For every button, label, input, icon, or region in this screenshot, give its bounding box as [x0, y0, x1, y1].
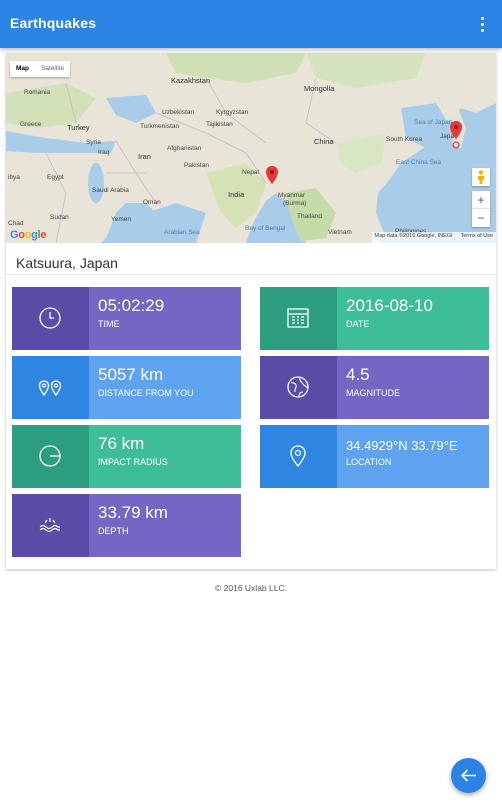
- map-label-china: China: [314, 137, 334, 146]
- tile-distance: 5057 km DISTANCE FROM YOU: [12, 356, 241, 419]
- location-value: 34.4929°N 33.79°E: [346, 438, 458, 453]
- tile-location: 34.4929°N 33.79°E LOCATION: [260, 425, 489, 488]
- map-label-kyrgyzstan: Kyrgyzstan: [216, 109, 249, 116]
- waves-icon: [12, 494, 89, 557]
- magnitude-label: MAGNITUDE: [346, 388, 400, 398]
- map-label-tajikistan: Tajikistan: [206, 121, 233, 128]
- arrow-back-icon: [460, 769, 476, 782]
- map-view[interactable]: Romania Kazakhstan Mongolia Greece Turke…: [6, 53, 496, 243]
- map-label-syria: Syria: [86, 139, 101, 146]
- calendar-icon: [260, 287, 337, 350]
- map-land: [6, 53, 496, 243]
- map-label-japan: Japa: [440, 133, 455, 140]
- map-attribution: Map data ©2016 Google, INEGI Terms of Us…: [371, 232, 496, 243]
- map-label-romania: Romania: [24, 89, 51, 96]
- pin-icon: [260, 425, 337, 488]
- map-type-satellite[interactable]: Satellite: [35, 61, 70, 77]
- map-label-pakistan: Pakistan: [184, 162, 209, 169]
- map-terms-link[interactable]: Terms of Use: [461, 233, 493, 242]
- map-type-map[interactable]: Map: [10, 61, 35, 77]
- radius-label: IMPACT RADIUS: [98, 457, 168, 467]
- map-label-greece: Greece: [20, 121, 42, 128]
- app-title: Earthquakes: [10, 15, 97, 31]
- map-label-turkmenistan: Turkmenistan: [140, 123, 180, 130]
- map-label-oman: Oman: [143, 199, 161, 206]
- app-bar: Earthquakes: [0, 0, 502, 48]
- map-label-arabian-sea: Arabian Sea: [164, 229, 200, 236]
- map-label-libya: ibya: [8, 174, 20, 181]
- divider: [6, 274, 496, 275]
- map-label-uzbekistan: Uzbekistan: [162, 109, 195, 116]
- map-label-vietnam: Vietnam: [328, 229, 352, 236]
- map-label-mongolia: Mongolia: [304, 84, 335, 93]
- tile-magnitude: 4.5 MAGNITUDE: [260, 356, 489, 419]
- distance-label: DISTANCE FROM YOU: [98, 388, 194, 398]
- time-label: TIME: [98, 319, 120, 329]
- distance-value: 5057 km: [98, 365, 164, 384]
- pegman-icon[interactable]: [472, 168, 490, 186]
- date-value: 2016-08-10: [346, 296, 433, 315]
- date-label: DATE: [346, 319, 370, 329]
- magnitude-value: 4.5: [346, 365, 370, 384]
- map-label-sudan: Sudan: [50, 214, 69, 221]
- map-label-yemen: Yemen: [111, 216, 131, 223]
- map-label-south-korea: South Korea: [386, 136, 423, 143]
- two-pins-icon: [12, 356, 89, 419]
- footer-copyright: © 2016 Uxlab LLC.: [215, 583, 287, 593]
- zoom-in-button[interactable]: +: [472, 191, 490, 209]
- globe-icon: [260, 356, 337, 419]
- tile-date: 2016-08-10 DATE: [260, 287, 489, 350]
- map-label-thailand: Thailand: [297, 213, 322, 220]
- google-logo: Google: [10, 229, 47, 241]
- map-label-turkey: Turkey: [67, 123, 90, 132]
- map-label-egypt: Egypt: [47, 174, 64, 181]
- map-label-chad: Chad: [8, 220, 24, 227]
- map-label-bay-of-bengal: Bay of Bengal: [245, 225, 286, 232]
- map-attribution-text: Map data ©2016 Google, INEGI: [374, 233, 453, 239]
- zoom-controls: + −: [472, 191, 490, 227]
- back-fab-button[interactable]: [451, 758, 486, 793]
- zoom-out-button[interactable]: −: [472, 209, 490, 227]
- tile-depth: 33.79 km DEPTH: [12, 494, 241, 557]
- tile-time: 05:02:29 TIME: [12, 287, 241, 350]
- tile-impact-radius: 76 km IMPACT RADIUS: [12, 425, 241, 488]
- map-label-afghanistan: Afghanistan: [167, 145, 202, 152]
- location-title: Katsuura, Japan: [16, 255, 118, 271]
- map-label-sea-of-japan: Sea of Japan: [414, 119, 453, 126]
- map-label-myanmar: Myanmar: [278, 192, 306, 199]
- map-label-iran: Iran: [138, 152, 151, 161]
- earthquake-card: Romania Kazakhstan Mongolia Greece Turke…: [6, 53, 496, 569]
- map-label-burma: (Burma): [283, 200, 307, 207]
- location-label: LOCATION: [346, 457, 392, 467]
- more-vert-icon[interactable]: [472, 14, 492, 34]
- map-label-iraq: Iraq: [98, 149, 110, 156]
- map-label-east-china-sea: East China Sea: [396, 159, 442, 166]
- radius-value: 76 km: [98, 434, 145, 453]
- depth-value: 33.79 km: [98, 503, 168, 522]
- map-label-saudi-arabia: Saudi Arabia: [92, 187, 129, 194]
- map-label-kazakhstan: Kazakhstan: [171, 76, 211, 85]
- map-type-toggle: Map Satellite: [10, 61, 71, 77]
- radius-icon: [12, 425, 89, 488]
- map-label-nepal: Nepal: [242, 169, 259, 176]
- map-label-india: India: [228, 190, 245, 199]
- clock-icon: [12, 287, 89, 350]
- depth-label: DEPTH: [98, 526, 129, 536]
- time-value: 05:02:29: [98, 296, 165, 315]
